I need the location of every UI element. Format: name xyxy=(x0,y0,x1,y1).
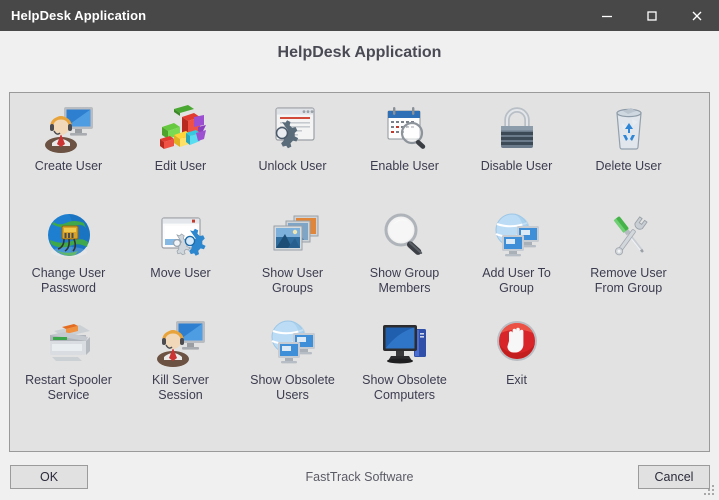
resize-grip[interactable] xyxy=(704,485,716,497)
application-window: HelpDesk Application HelpDesk Applicatio… xyxy=(0,0,719,500)
action-delete-user[interactable]: Delete User xyxy=(575,98,682,205)
action-label: Edit User xyxy=(154,159,207,173)
user-monitor-icon xyxy=(41,100,97,156)
globe-monitors-icon xyxy=(265,314,321,370)
action-show-obsolete-users[interactable]: Show Obsolete Users xyxy=(239,312,346,419)
window-title: HelpDesk Application xyxy=(11,8,147,23)
globe-monitors-icon xyxy=(489,207,545,263)
action-label: Remove User From Group xyxy=(590,266,667,295)
stacked-photos-icon xyxy=(265,207,321,263)
calendar-magnifier-icon xyxy=(377,100,433,156)
maximize-icon[interactable] xyxy=(629,0,674,31)
action-disable-user[interactable]: Disable User xyxy=(463,98,570,205)
padlock-icon xyxy=(489,100,545,156)
action-enable-user[interactable]: Enable User xyxy=(351,98,458,205)
action-label: Show Obsolete Computers xyxy=(362,373,447,402)
action-label: Show User Groups xyxy=(261,266,324,295)
action-kill-server-session[interactable]: Kill Server Session xyxy=(127,312,234,419)
action-create-user[interactable]: Create User xyxy=(15,98,122,205)
user-monitor-icon xyxy=(153,314,209,370)
action-label: Add User To Group xyxy=(482,266,551,295)
action-add-user-to-group[interactable]: Add User To Group xyxy=(463,205,570,312)
action-label: Move User xyxy=(150,266,211,280)
recycle-bin-icon xyxy=(601,100,657,156)
title-bar: HelpDesk Application xyxy=(0,0,719,31)
magnifier-icon xyxy=(377,207,433,263)
actions-grid: Create User Edit User Unlock User Enable… xyxy=(10,98,711,419)
action-show-user-groups[interactable]: Show User Groups xyxy=(239,205,346,312)
action-exit[interactable]: Exit xyxy=(463,312,570,419)
action-label: Unlock User xyxy=(258,159,327,173)
action-remove-user-from-group[interactable]: Remove User From Group xyxy=(575,205,682,312)
action-label: Disable User xyxy=(480,159,553,173)
action-label: Show Obsolete Users xyxy=(250,373,335,402)
globe-network-plug-icon xyxy=(41,207,97,263)
window-gears-icon xyxy=(153,207,209,263)
action-label: Enable User xyxy=(370,159,439,173)
action-unlock-user[interactable]: Unlock User xyxy=(239,98,346,205)
action-label: Delete User xyxy=(595,159,662,173)
action-show-group-members[interactable]: Show Group Members xyxy=(351,205,458,312)
window-gear-icon xyxy=(265,100,321,156)
action-label: Change User Password xyxy=(31,266,106,295)
action-change-user-password[interactable]: Change User Password xyxy=(15,205,122,312)
action-label: Exit xyxy=(506,373,527,387)
actions-panel: Create User Edit User Unlock User Enable… xyxy=(9,92,710,452)
cancel-button[interactable]: Cancel xyxy=(638,465,710,489)
minimize-icon[interactable] xyxy=(584,0,629,31)
action-edit-user[interactable]: Edit User xyxy=(127,98,234,205)
printer-icon xyxy=(41,314,97,370)
screwdriver-wrench-icon xyxy=(601,207,657,263)
action-show-obsolete-computers[interactable]: Show Obsolete Computers xyxy=(351,312,458,419)
branding-label: FastTrack Software xyxy=(305,470,414,484)
action-label: Show Group Members xyxy=(369,266,440,295)
colored-blocks-icon xyxy=(153,100,209,156)
desktop-computer-icon xyxy=(377,314,433,370)
action-label: Restart Spooler Service xyxy=(25,373,112,402)
page-title: HelpDesk Application xyxy=(277,44,442,61)
action-move-user[interactable]: Move User xyxy=(127,205,234,312)
stop-hand-icon xyxy=(489,314,545,370)
action-restart-spooler-service[interactable]: Restart Spooler Service xyxy=(15,312,122,419)
action-label: Create User xyxy=(34,159,103,173)
close-icon[interactable] xyxy=(674,0,719,31)
action-label: Kill Server Session xyxy=(152,373,209,402)
